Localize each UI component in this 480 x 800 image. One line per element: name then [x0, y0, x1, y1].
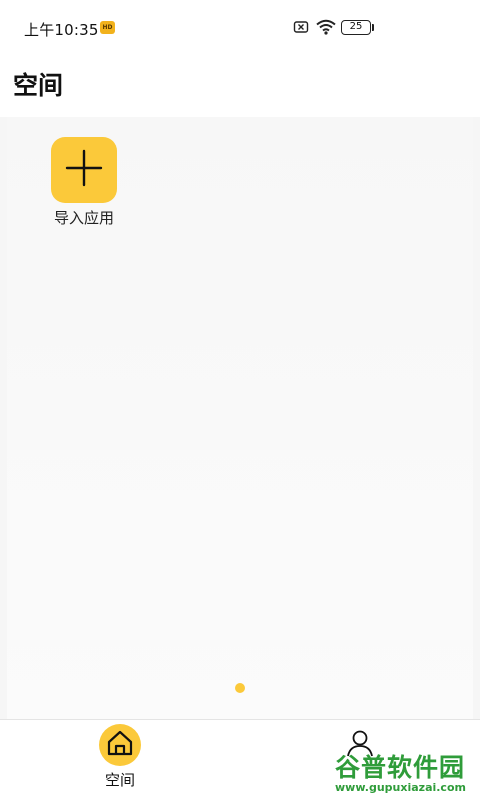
- no-sim-icon: [293, 19, 309, 39]
- page-indicator-dot: [235, 683, 245, 693]
- status-time: 上午10:35: [24, 21, 99, 39]
- user-icon: [345, 728, 375, 762]
- nav-item-profile[interactable]: [300, 720, 420, 800]
- import-app-tile[interactable]: [51, 137, 117, 203]
- home-icon-bubble[interactable]: [99, 724, 141, 766]
- import-app-label: 导入应用: [53, 209, 114, 227]
- battery-icon: 25: [341, 20, 371, 35]
- battery-cap: [372, 24, 374, 31]
- import-app-button[interactable]: 导入应用: [44, 137, 124, 228]
- content-area: 导入应用: [0, 117, 480, 719]
- nav-item-space[interactable]: 空间: [60, 720, 180, 800]
- hd-badge: HD: [100, 21, 115, 34]
- home-icon: [105, 728, 135, 762]
- wifi-icon: [316, 19, 336, 39]
- status-bar: 上午10:35 HD 25: [0, 0, 480, 58]
- nav-label-space: 空间: [104, 771, 135, 789]
- page-title: 空间: [13, 71, 64, 100]
- user-icon-wrap[interactable]: [339, 724, 381, 766]
- plus-icon: [64, 148, 104, 192]
- bottom-nav: 空间: [0, 719, 480, 800]
- app-grid-panel: 导入应用: [7, 117, 473, 719]
